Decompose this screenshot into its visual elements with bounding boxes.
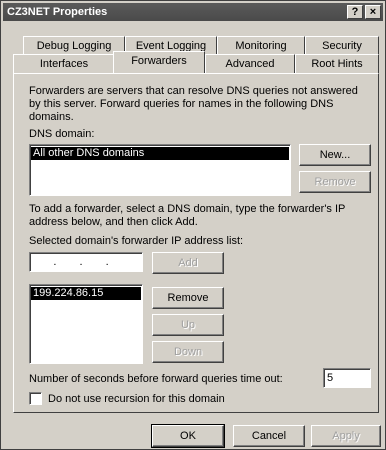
apply-button[interactable]: Apply bbox=[311, 425, 381, 447]
down-button-label: Down bbox=[173, 346, 203, 358]
ip-list-label: Selected domain's forwarder IP address l… bbox=[29, 235, 244, 247]
up-button-label: Up bbox=[180, 319, 196, 331]
tab-monitoring[interactable]: Monitoring bbox=[217, 36, 305, 56]
tab-debug-logging[interactable]: Debug Logging bbox=[23, 36, 125, 56]
title-bar: CZ3NET Properties ? × bbox=[3, 3, 383, 21]
dns-domain-list[interactable]: All other DNS domains bbox=[29, 144, 291, 196]
remove-domain-label: Remove bbox=[314, 176, 356, 188]
help-button[interactable]: ? bbox=[347, 5, 363, 19]
properties-dialog: CZ3NET Properties ? × Debug Logging Even… bbox=[0, 0, 386, 450]
add-button[interactable]: Add bbox=[152, 252, 224, 274]
move-down-button[interactable]: Down bbox=[152, 341, 224, 363]
forwarder-ip-list[interactable]: 199.224.86.15 bbox=[29, 284, 143, 364]
remove-domain-button[interactable]: Remove bbox=[299, 171, 371, 193]
window-title: CZ3NET Properties bbox=[7, 6, 108, 18]
new-domain-button[interactable]: New... bbox=[299, 144, 371, 166]
no-recursion-checkbox[interactable] bbox=[29, 392, 42, 405]
cancel-button[interactable]: Cancel bbox=[233, 425, 305, 447]
forwarder-instructions: To add a forwarder, select a DNS domain,… bbox=[29, 203, 346, 228]
tab-interfaces[interactable]: Interfaces bbox=[13, 54, 115, 74]
list-item[interactable]: All other DNS domains bbox=[31, 147, 289, 160]
cancel-button-label: Cancel bbox=[251, 430, 287, 442]
forwarders-description: Forwarders are servers that can resolve … bbox=[29, 85, 358, 123]
tab-root-hints[interactable]: Root Hints bbox=[295, 54, 379, 74]
timeout-label: Number of seconds before forward queries… bbox=[29, 373, 283, 385]
tab-advanced[interactable]: Advanced bbox=[205, 54, 295, 74]
remove-button-label: Remove bbox=[167, 292, 209, 304]
apply-button-label: Apply bbox=[332, 430, 360, 442]
new-button-label: New... bbox=[319, 149, 351, 161]
remove-ip-button[interactable]: Remove bbox=[152, 287, 224, 309]
tab-forwarders[interactable]: Forwarders bbox=[113, 51, 205, 73]
dns-domain-label: DNS domain: bbox=[29, 128, 95, 140]
move-up-button[interactable]: Up bbox=[152, 314, 224, 336]
ip-address-input[interactable]: . . . bbox=[29, 252, 143, 272]
no-recursion-label: Do not use recursion for this domain bbox=[48, 393, 225, 405]
tab-security[interactable]: Security bbox=[305, 36, 379, 56]
ok-button[interactable]: OK bbox=[151, 424, 225, 448]
timeout-input[interactable]: 5 bbox=[323, 368, 371, 388]
ok-button-label: OK bbox=[180, 430, 196, 442]
close-button[interactable]: × bbox=[365, 5, 381, 19]
add-button-label: Add bbox=[178, 257, 198, 269]
list-item[interactable]: 199.224.86.15 bbox=[31, 287, 141, 300]
